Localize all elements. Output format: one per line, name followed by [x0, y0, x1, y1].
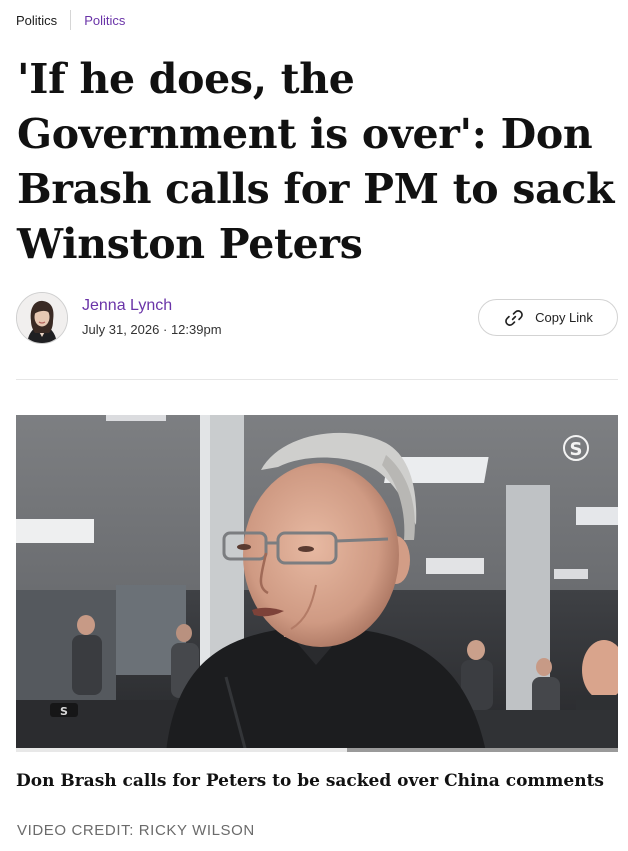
watermark-logo-text: S	[60, 705, 68, 718]
author-name-link[interactable]: Jenna Lynch	[82, 297, 172, 315]
publish-date: July 31, 2026	[82, 322, 160, 337]
author-avatar[interactable]	[16, 292, 68, 344]
avatar-portrait-icon	[17, 293, 67, 343]
dateline-separator: ·	[162, 322, 168, 337]
copy-link-button[interactable]: Copy Link	[478, 299, 618, 336]
article-headline: 'If he does, the Government is over': Do…	[17, 55, 615, 268]
video-credit: VIDEO CREDIT: RICKY WILSON	[17, 822, 255, 839]
publish-time: 12:39pm	[170, 322, 222, 337]
byline: Jenna Lynch July 31, 2026 · 12:39pm Copy…	[16, 292, 618, 352]
video-player[interactable]: S S	[16, 415, 618, 752]
breadcrumb-politics-link[interactable]: Politics	[84, 13, 125, 28]
video-progress-track[interactable]	[16, 748, 618, 752]
video-caption: Don Brash calls for Peters to be sacked …	[16, 771, 604, 791]
video-frame-image: S S	[16, 415, 618, 752]
channel-logo-text: S	[570, 439, 583, 460]
copy-link-label: Copy Link	[535, 310, 593, 325]
breadcrumb-politics[interactable]: Politics	[16, 13, 57, 28]
publish-dateline: July 31, 2026 · 12:39pm	[82, 322, 222, 337]
link-icon	[505, 309, 523, 326]
video-progress-fill	[16, 748, 348, 752]
breadcrumb: Politics Politics	[16, 10, 125, 30]
breadcrumb-divider	[70, 10, 72, 30]
section-divider	[16, 379, 618, 380]
